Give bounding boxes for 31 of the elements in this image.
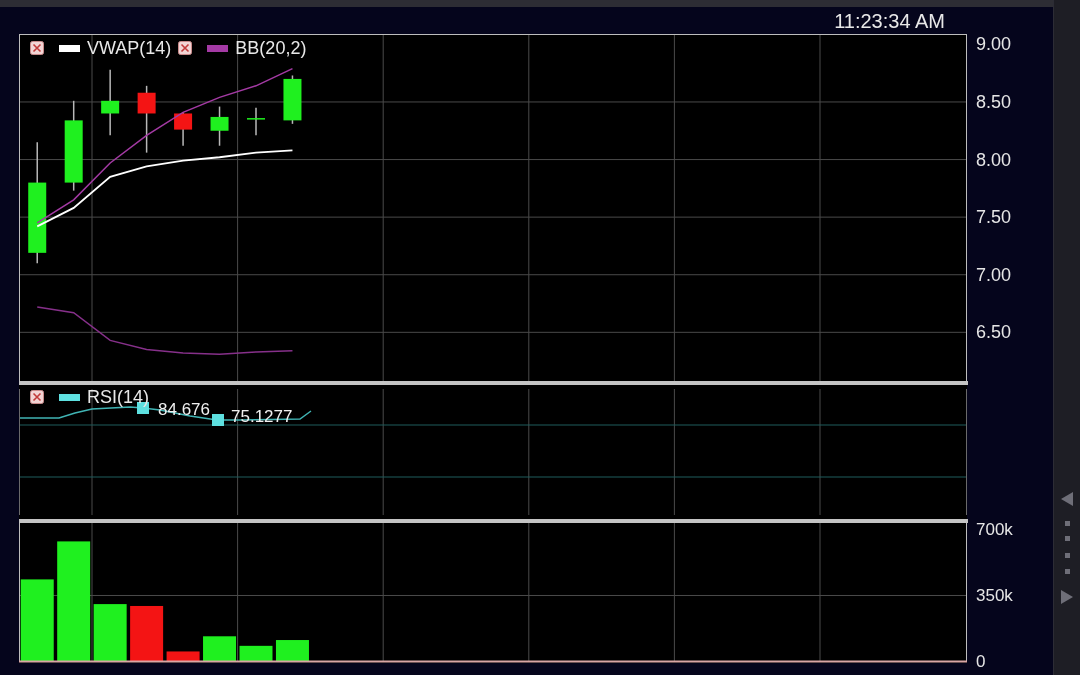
axis-label: 9.00 [976, 34, 1012, 55]
candlestick [137, 85, 156, 154]
volume-bar [166, 651, 200, 661]
legend-label: BB(20,2) [235, 39, 307, 57]
axis-label: 7.00 [976, 264, 1012, 285]
right-triangle-icon[interactable] [1061, 590, 1073, 604]
candlestick [174, 111, 193, 147]
axis-label: 8.50 [976, 91, 1012, 112]
grip-dots-icon[interactable] [1064, 521, 1070, 574]
volume-bar [203, 636, 237, 661]
volume-bar [93, 604, 127, 661]
value-label: 84.676 [158, 399, 210, 419]
axis-label: 0 [976, 651, 986, 671]
legend-label: VWAP(14) [87, 39, 172, 57]
close-icon[interactable] [178, 41, 193, 55]
axis-label: 700k [976, 520, 1013, 540]
volume-bar [275, 640, 309, 661]
axis-label: 350k [976, 586, 1013, 605]
candlestick [247, 106, 265, 137]
left-triangle-icon[interactable] [1061, 492, 1073, 506]
candlestick [210, 105, 229, 147]
time-label: 11:23:34 AM [834, 10, 945, 31]
volume-bar [130, 605, 164, 661]
point-marker-icon [212, 414, 224, 426]
legend-label: RSI(14) [87, 388, 149, 406]
candlestick [283, 74, 302, 125]
axis-label: 8.00 [976, 149, 1012, 170]
candlestick [101, 68, 120, 137]
axis-label: 7.50 [976, 207, 1012, 228]
axis-label: 6.50 [976, 322, 1012, 343]
color-swatch-icon [59, 393, 80, 401]
